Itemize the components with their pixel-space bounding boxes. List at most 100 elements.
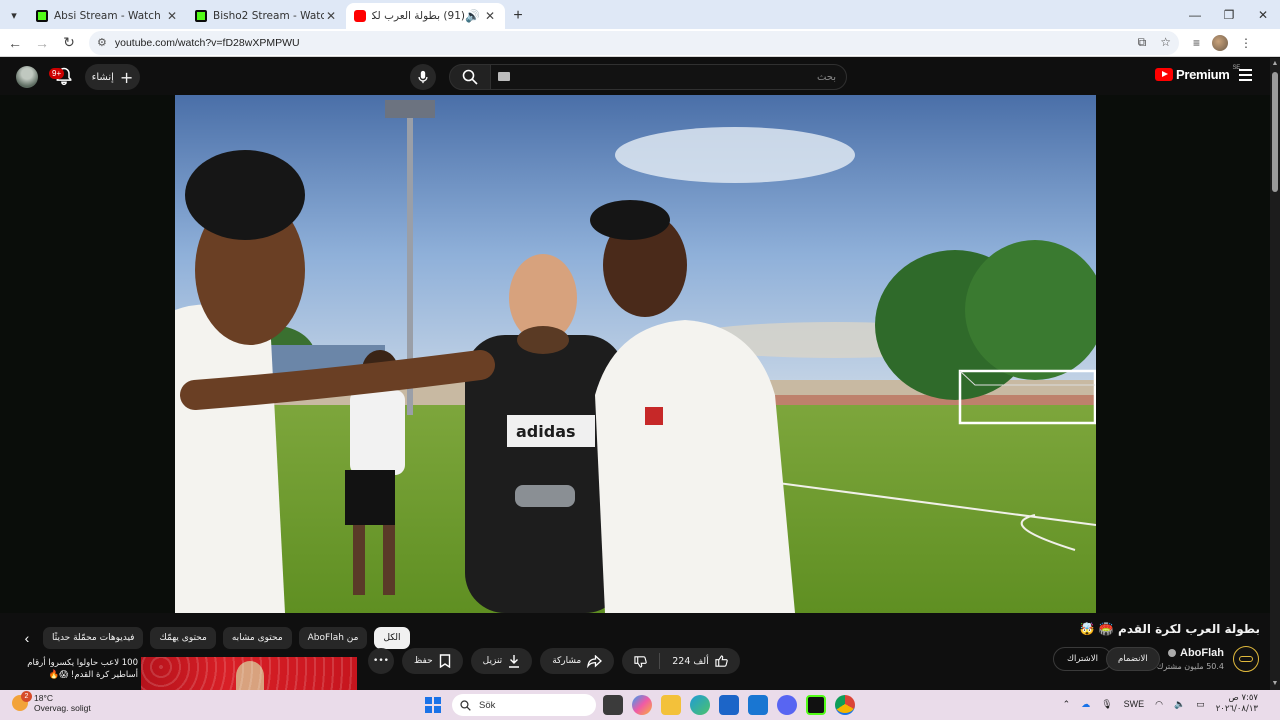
video-frame: adidas (175, 95, 1096, 613)
menu-hamburger-icon[interactable] (1239, 69, 1252, 81)
youtube-play-icon (1155, 68, 1173, 81)
discord-icon[interactable] (777, 695, 797, 715)
battery-icon[interactable]: ▭ (1196, 699, 1205, 710)
join-button[interactable]: الانضمام (1106, 647, 1160, 671)
weather-temp: 18°C (34, 693, 53, 703)
forward-icon[interactable]: → (30, 31, 54, 55)
outlook-icon[interactable] (748, 695, 768, 715)
system-tray: ⌃ ☁ 🎙 SWE ◠ 🔈 ▭ ٧:٥٧ ص ٢٠٢٦/٠٨/١٣ (1063, 693, 1258, 715)
weather-sun-icon: 2 (12, 691, 32, 711)
windows-taskbar: 2 18°C Overvag. soligt Sök ⌃ ☁ 🎙 SWE ◠ 🔈… (0, 690, 1280, 720)
chevron-left-icon[interactable]: ‹ (18, 630, 36, 646)
logo-text: Premium (1176, 67, 1230, 82)
chip-all[interactable]: الكل (374, 627, 410, 649)
clock[interactable]: ٧:٥٧ ص ٢٠٢٦/٠٨/١٣ (1216, 693, 1258, 715)
bookmark-star-icon[interactable]: ☆ (1160, 35, 1171, 50)
channel-name-text: AboFlah (1180, 647, 1224, 659)
restore-icon[interactable]: ❐ (1212, 0, 1246, 29)
chip-recently-uploaded[interactable]: فيديوهات محمّلة حديثًا (43, 627, 144, 649)
kick-icon (195, 10, 207, 22)
browser-menu-icon[interactable]: ⋮ (1240, 36, 1252, 50)
install-app-icon[interactable]: ⧉ (1138, 35, 1147, 50)
scrollbar-thumb[interactable] (1272, 72, 1278, 192)
download-button[interactable]: تنزيل (470, 648, 533, 674)
download-icon (509, 655, 520, 668)
back-icon[interactable]: ← (3, 31, 27, 55)
copilot-icon[interactable] (632, 695, 652, 715)
clock-date: ٢٠٢٦/٠٨/١٣ (1215, 704, 1258, 714)
youtube-premium-logo[interactable]: Premium SE (1155, 65, 1240, 82)
browser-tab[interactable]: Absi Stream - Watch Live on Kick ✕ (28, 3, 187, 29)
close-window-icon[interactable]: ✕ (1246, 0, 1280, 29)
profile-avatar[interactable] (1212, 34, 1229, 51)
channel-avatar[interactable] (1233, 646, 1259, 672)
browser-tab[interactable]: Bisho2 Stream - Watch Live on Kick ✕ (187, 3, 346, 29)
tab-title: Bisho2 Stream - Watch Live on Kick (213, 10, 324, 22)
chip-related[interactable]: محتوى مشابه (222, 627, 292, 649)
close-tab-icon[interactable]: ✕ (165, 9, 179, 23)
related-filter-chips: ‹ فيديوهات محمّلة حديثًا محتوى يهمّك محت… (18, 627, 410, 649)
search-button[interactable] (449, 64, 491, 90)
volume-icon[interactable]: 🔈 (1174, 699, 1185, 710)
voice-search-mic-icon[interactable] (410, 64, 436, 90)
page-scrollbar[interactable]: ▲ ▼ (1270, 58, 1280, 690)
weather-desc: Overvag. soligt (34, 703, 91, 713)
save-button[interactable]: حفظ (402, 648, 463, 674)
video-player[interactable]: adidas (175, 95, 1096, 613)
edge-icon[interactable] (690, 695, 710, 715)
search-input[interactable]: بحث (490, 64, 847, 90)
channel-name[interactable]: AboFlah (1168, 647, 1224, 659)
verified-badge-icon (1168, 649, 1176, 657)
dislike-button[interactable] (622, 648, 659, 674)
chevron-up-icon[interactable]: ⌃ (1063, 699, 1071, 710)
kick-app-icon[interactable] (806, 695, 826, 715)
browser-toolbar: ← → ↻ ⚙ youtube.com/watch?v=fD28wXPMPWU … (0, 29, 1280, 57)
video-title: بطولة العرب لكرة القدم 🏟️ 🤯 (1079, 622, 1260, 636)
keyboard-icon[interactable] (498, 72, 510, 81)
browser-tab-active[interactable]: (91) بطولة العرب لكرة القدم 🔊 ✕ (346, 3, 505, 29)
browser-tab-strip: ▾ Absi Stream - Watch Live on Kick ✕ Bis… (0, 0, 1280, 29)
more-actions-button[interactable]: ••• (368, 648, 394, 674)
tab-search-dropdown[interactable]: ▾ (0, 1, 28, 29)
onedrive-icon[interactable]: ☁ (1081, 699, 1090, 710)
weather-widget[interactable]: 2 18°C Overvag. soligt (12, 691, 91, 713)
reading-list-icon[interactable]: ≡ (1193, 36, 1200, 50)
notification-count-badge: 9+ (49, 68, 65, 79)
chrome-icon[interactable] (835, 695, 855, 715)
wifi-icon[interactable]: ◠ (1155, 699, 1163, 710)
task-view-icon[interactable] (603, 695, 623, 715)
suggested-video-thumbnail[interactable] (141, 657, 357, 690)
youtube-icon (354, 10, 366, 22)
chip-for-you[interactable]: محتوى يهمّك (150, 627, 216, 649)
new-tab-button[interactable]: + (505, 3, 531, 29)
scroll-up-icon[interactable]: ▲ (1271, 60, 1279, 68)
taskbar-search[interactable]: Sök (452, 694, 596, 716)
account-avatar[interactable] (16, 66, 38, 88)
share-button[interactable]: مشاركة (540, 648, 615, 674)
create-button[interactable]: إنشاء + (85, 64, 140, 90)
close-tab-icon[interactable]: ✕ (324, 9, 338, 23)
store-icon[interactable] (719, 695, 739, 715)
url-text: youtube.com/watch?v=fD28wXPMPWU (114, 36, 300, 49)
file-explorer-icon[interactable] (661, 695, 681, 715)
scroll-down-icon[interactable]: ▼ (1271, 680, 1279, 688)
like-count: 224 ألف (672, 655, 709, 667)
microphone-icon[interactable]: 🎙 (1101, 699, 1112, 710)
close-tab-icon[interactable]: ✕ (483, 9, 497, 23)
window-controls: — ❐ ✕ (1178, 0, 1280, 29)
address-bar[interactable]: ⚙ youtube.com/watch?v=fD28wXPMPWU ⧉ ☆ (89, 30, 1179, 55)
like-dislike-group: 224 ألف (622, 648, 740, 674)
reload-icon[interactable]: ↻ (57, 31, 81, 55)
suggested-video-title[interactable]: 100 لاعب حاولوا يكسروا أرقام أساطير كرة … (8, 657, 138, 681)
chip-from-channel[interactable]: من AboFlah (298, 627, 368, 649)
language-indicator[interactable]: SWE (1124, 699, 1145, 709)
video-actions: ••• حفظ تنزيل مشاركة 224 ألف (368, 648, 740, 674)
site-info-icon[interactable]: ⚙ (97, 36, 107, 49)
subscribe-button[interactable]: الاشتراك (1053, 647, 1112, 671)
speaker-icon[interactable]: 🔊 (465, 9, 480, 23)
svg-text:adidas: adidas (516, 422, 576, 441)
minimize-icon[interactable]: — (1178, 0, 1212, 29)
windows-start-icon[interactable] (425, 697, 441, 713)
like-button[interactable]: 224 ألف (660, 648, 740, 674)
search-icon (462, 69, 478, 85)
